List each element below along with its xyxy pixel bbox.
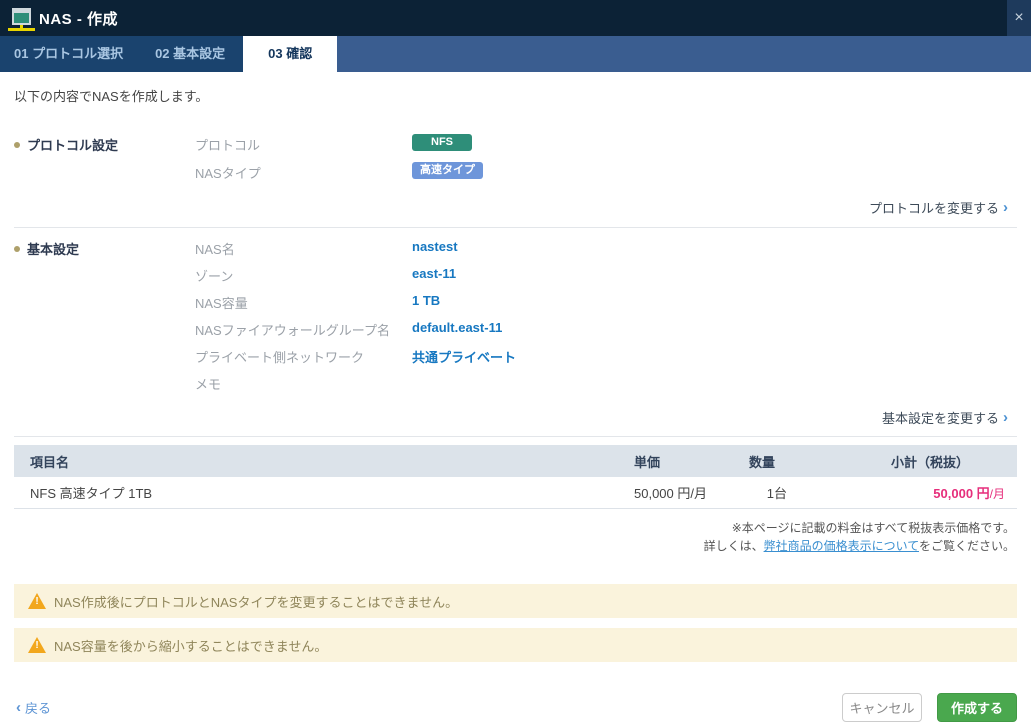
tab-confirm[interactable]: 03 確認 <box>243 36 337 72</box>
tax-note-line1: ※本ページに記載の料金はすべて税抜表示価格です。 <box>14 519 1015 537</box>
field-label: NASタイプ <box>195 162 412 190</box>
cell-unit-price: 50,000 円/月 <box>547 483 707 502</box>
field-value-zone: east-11 <box>412 265 1017 292</box>
field-label: メモ <box>195 373 412 400</box>
price-table-row: NFS 高速タイプ 1TB 50,000 円/月 1台 50,000 円/月 <box>14 477 1017 508</box>
close-icon[interactable]: × <box>1007 0 1031 36</box>
field-label: ゾーン <box>195 265 412 292</box>
cancel-button[interactable]: キャンセル <box>842 693 922 722</box>
section-bullet <box>14 246 20 252</box>
cell-item-name: NFS 高速タイプ 1TB <box>14 483 547 502</box>
chevron-left-icon: ‹ <box>16 699 21 716</box>
col-header-subtotal: 小計（税抜） <box>787 452 1017 471</box>
protocol-badge: NFS <box>412 134 472 151</box>
section-divider <box>14 227 1017 228</box>
warning-text: NAS作成後にプロトコルとNASタイプを変更することはできません。 <box>54 592 458 611</box>
field-value-nas-name: nastest <box>412 238 1017 265</box>
col-header-item: 項目名 <box>14 452 547 471</box>
nas-icon <box>12 8 31 25</box>
warning-icon: ! <box>28 593 46 609</box>
warning-text: NAS容量を後から縮小することはできません。 <box>54 636 327 655</box>
intro-text: 以下の内容でNASを作成します。 <box>14 86 1017 105</box>
wizard-tabbar: 01 プロトコル選択 02 基本設定 03 確認 <box>0 36 1031 72</box>
change-protocol-link[interactable]: プロトコルを変更する › <box>14 198 1008 217</box>
tab-basic-settings[interactable]: 02 基本設定 <box>137 36 243 72</box>
cell-quantity: 1台 <box>707 483 787 502</box>
field-value-firewall-group: default.east-11 <box>412 319 1017 346</box>
section-title-protocol: プロトコル設定 <box>27 135 118 154</box>
dialog-footer: ‹ 戻る キャンセル 作成する <box>14 693 1017 722</box>
dialog-titlebar: NAS - 作成 × <box>0 0 1031 36</box>
tab-protocol-select[interactable]: 01 プロトコル選択 <box>0 36 137 72</box>
cell-subtotal: 50,000 円/月 <box>787 483 1017 502</box>
nas-type-badge: 高速タイプ <box>412 162 483 179</box>
chevron-right-icon: › <box>1003 411 1008 424</box>
section-bullet <box>14 142 20 148</box>
confirm-panel: 以下の内容でNASを作成します。 プロトコル設定 プロトコル NFS NASタイ… <box>0 72 1031 722</box>
field-value-memo <box>412 373 1017 400</box>
dialog-title: NAS - 作成 <box>39 8 118 29</box>
field-label: プロトコル <box>195 134 412 162</box>
basic-settings-section: 基本設定 NAS名 nastest ゾーン east-11 NAS容量 1 TB… <box>14 238 1017 400</box>
section-divider <box>14 436 1017 437</box>
price-table: 項目名 単価 数量 小計（税抜） NFS 高速タイプ 1TB 50,000 円/… <box>14 445 1017 509</box>
tax-note: ※本ページに記載の料金はすべて税抜表示価格です。 詳しくは、弊社商品の価格表示に… <box>14 519 1017 555</box>
price-table-header: 項目名 単価 数量 小計（税抜） <box>14 445 1017 477</box>
field-value-capacity: 1 TB <box>412 292 1017 319</box>
create-button[interactable]: 作成する <box>937 693 1017 722</box>
back-link[interactable]: ‹ 戻る <box>16 698 51 717</box>
nas-create-dialog: NAS - 作成 × 01 プロトコル選択 02 基本設定 03 確認 以下の内… <box>0 0 1031 691</box>
change-basic-settings-link[interactable]: 基本設定を変更する › <box>14 408 1008 427</box>
field-label: プライベート側ネットワーク <box>195 346 412 373</box>
pricing-policy-link[interactable]: 弊社商品の価格表示について <box>764 539 919 553</box>
field-label: NAS名 <box>195 238 412 265</box>
tax-note-line2: 詳しくは、弊社商品の価格表示についてをご覧ください。 <box>14 537 1015 555</box>
field-value-private-network: 共通プライベート <box>412 346 1017 373</box>
field-label: NAS容量 <box>195 292 412 319</box>
warning-icon: ! <box>28 637 46 653</box>
chevron-right-icon: › <box>1003 201 1008 214</box>
warning-capacity-no-shrink: ! NAS容量を後から縮小することはできません。 <box>14 628 1017 662</box>
protocol-section: プロトコル設定 プロトコル NFS NASタイプ 高速タイプ <box>14 134 1017 190</box>
col-header-quantity: 数量 <box>707 452 787 471</box>
warning-protocol-immutable: ! NAS作成後にプロトコルとNASタイプを変更することはできません。 <box>14 584 1017 618</box>
col-header-unit-price: 単価 <box>547 452 707 471</box>
field-label: NASファイアウォールグループ名 <box>195 319 412 346</box>
section-title-basic: 基本設定 <box>27 239 79 258</box>
